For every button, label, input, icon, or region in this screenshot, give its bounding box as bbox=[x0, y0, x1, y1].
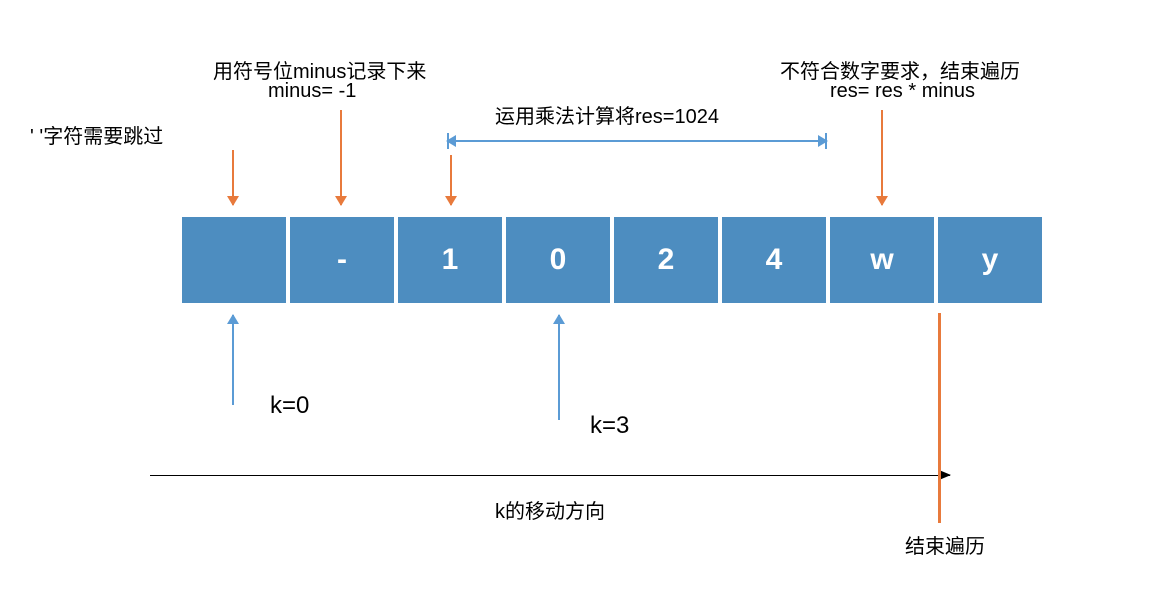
k3-label: k=3 bbox=[590, 412, 629, 440]
fail-label-line2: res= res * minus bbox=[830, 80, 975, 103]
arrow-up-k3 bbox=[558, 315, 560, 420]
cell-1: - bbox=[288, 215, 396, 305]
cell-3: 0 bbox=[504, 215, 612, 305]
calc-label: 运用乘法计算将res=1024 bbox=[495, 100, 719, 129]
cell-0 bbox=[180, 215, 288, 305]
arrow-down-minus bbox=[340, 110, 342, 205]
skip-char-label: ' '字符需要跳过 bbox=[30, 120, 163, 149]
minus-label-line2: minus= -1 bbox=[268, 80, 356, 103]
arrow-down-fail bbox=[881, 110, 883, 205]
end-traversal-label: 结束遍历 bbox=[905, 530, 985, 559]
direction-arrow bbox=[150, 475, 950, 476]
cell-4: 2 bbox=[612, 215, 720, 305]
cell-2: 1 bbox=[396, 215, 504, 305]
k-direction-label: k的移动方向 bbox=[495, 495, 605, 524]
cell-7: y bbox=[936, 215, 1044, 305]
k0-label: k=0 bbox=[270, 392, 309, 420]
arrow-down-calc-ptr bbox=[450, 155, 452, 205]
range-arrow bbox=[447, 140, 827, 142]
end-traversal-bar bbox=[938, 313, 941, 523]
arrow-up-k0 bbox=[232, 315, 234, 405]
cell-6: w bbox=[828, 215, 936, 305]
cell-5: 4 bbox=[720, 215, 828, 305]
cells-row: - 1 0 2 4 w y bbox=[180, 215, 1044, 305]
arrow-down-skip bbox=[232, 150, 234, 205]
